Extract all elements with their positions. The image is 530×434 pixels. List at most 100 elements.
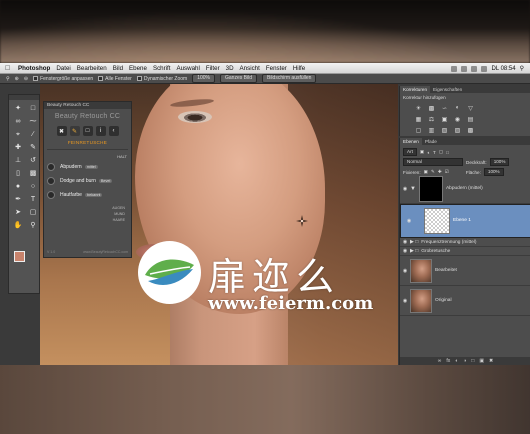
wifi-icon[interactable]: [471, 65, 478, 72]
back-icon[interactable]: ‹: [108, 126, 119, 136]
layer-row[interactable]: ◉ ▼ Abpudern (mittel): [400, 174, 530, 204]
visibility-eye-icon[interactable]: ◉: [400, 248, 410, 254]
tools-icon[interactable]: ✖: [56, 126, 67, 136]
path-select-icon[interactable]: ➤: [12, 207, 24, 218]
status-icon[interactable]: [461, 65, 468, 72]
abpudern-row[interactable]: Abpudern mittel: [47, 160, 128, 173]
selective-color-icon[interactable]: ▩: [466, 126, 475, 134]
menu-app[interactable]: Photoshop: [18, 65, 50, 72]
layer-name[interactable]: Bearbeitet: [435, 268, 457, 273]
beauty-panel-header[interactable]: Beauty Retouch CC: [44, 102, 131, 109]
gradient-map-icon[interactable]: ▨: [453, 126, 462, 134]
move-tool-icon[interactable]: ✦: [12, 103, 24, 114]
gradient-tool-icon[interactable]: ▩: [27, 168, 39, 179]
tab-pfade[interactable]: Pfade: [422, 138, 440, 145]
blur-tool-icon[interactable]: ●: [12, 181, 24, 192]
abpudern-strength[interactable]: mittel: [84, 164, 98, 169]
brush-icon[interactable]: ✎: [69, 126, 80, 136]
threshold-icon[interactable]: ▧: [440, 126, 449, 134]
add-mask-icon[interactable]: ◐: [455, 358, 458, 364]
search-icon[interactable]: ⚲: [520, 65, 524, 72]
channel-mixer-icon[interactable]: ▤: [466, 115, 475, 123]
lasso-tool-icon[interactable]: ∞: [12, 116, 24, 127]
layer-style-icon[interactable]: fx: [446, 358, 450, 364]
menu-filter[interactable]: Filter: [206, 65, 220, 72]
layer-thumbnail[interactable]: [410, 288, 432, 313]
menu-schrift[interactable]: Schrift: [153, 65, 171, 72]
layer-name[interactable]: Original: [435, 298, 452, 303]
foreground-color-swatch[interactable]: [14, 251, 25, 262]
dodge-burn-option[interactable]: Bevel: [98, 178, 113, 183]
layer-name[interactable]: Grobretusche: [421, 249, 450, 254]
folder-collapsed-icon[interactable]: ▶ □: [410, 248, 418, 254]
status-icon[interactable]: [451, 65, 458, 72]
photo-filter-icon[interactable]: ◉: [453, 115, 462, 123]
new-layer-icon[interactable]: ▣: [479, 358, 484, 364]
menu-bearbeiten[interactable]: Bearbeiten: [77, 65, 107, 72]
filter-pixel-icon[interactable]: ▣: [420, 149, 424, 155]
new-group-icon[interactable]: □: [471, 358, 474, 364]
zoom-tool-icon[interactable]: ⚲: [27, 220, 39, 231]
filter-shape-icon[interactable]: ▢: [439, 149, 443, 155]
trash-icon[interactable]: ✖: [489, 358, 493, 364]
new-adjustment-icon[interactable]: ◑: [463, 358, 466, 364]
menu-auswahl[interactable]: Auswahl: [176, 65, 199, 72]
layer-row[interactable]: ◉ Bearbeitet: [400, 256, 530, 286]
filter-smart-icon[interactable]: □: [446, 150, 449, 155]
eyedropper-tool-icon[interactable]: ∕: [27, 129, 39, 140]
visibility-eye-icon[interactable]: ◉: [400, 186, 410, 192]
curves-icon[interactable]: ∽: [440, 104, 449, 112]
volume-icon[interactable]: [481, 65, 488, 72]
fill-screen-button[interactable]: Bildschirm ausfüllen: [261, 74, 317, 83]
website-link[interactable]: www.BeautyRetouchCC.com: [83, 250, 128, 254]
layer-row[interactable]: ◉ ▶ □ Grobretusche: [400, 247, 530, 256]
history-brush-icon[interactable]: ↺: [27, 155, 39, 166]
option-haare[interactable]: HAARE: [44, 217, 131, 223]
menu-ebene[interactable]: Ebene: [129, 65, 147, 72]
link-layers-icon[interactable]: ∞: [438, 358, 442, 364]
brush-tool-icon[interactable]: ✎: [27, 142, 39, 153]
zoom-100-button[interactable]: 100%: [192, 74, 216, 83]
shape-tool-icon[interactable]: ▢: [27, 207, 39, 218]
clone-stamp-icon[interactable]: ⊥: [12, 155, 24, 166]
layer-row[interactable]: ◉ ▶ □ Frequenztrennung (mittel): [400, 238, 530, 247]
hautfarbe-row[interactable]: Hautfarbe bekannt: [47, 188, 128, 201]
opacity-input[interactable]: 100%: [489, 158, 510, 166]
menu-hilfe[interactable]: Hilfe: [293, 65, 305, 72]
visibility-eye-icon[interactable]: ◉: [400, 268, 410, 274]
color-balance-icon[interactable]: ⚖: [427, 115, 436, 123]
visibility-eye-icon[interactable]: ◉: [400, 239, 410, 245]
exposure-icon[interactable]: ◐: [453, 104, 462, 112]
tab-korrekturen[interactable]: Korrekturen: [400, 86, 431, 93]
kind-select[interactable]: Art: [403, 148, 417, 156]
tab-eigenschaften[interactable]: Eigenschaften: [430, 86, 465, 93]
posterize-icon[interactable]: ▥: [427, 126, 436, 134]
type-tool-icon[interactable]: T: [27, 194, 39, 205]
invert-icon[interactable]: ▢: [414, 126, 423, 134]
menu-ansicht[interactable]: Ansicht: [240, 65, 260, 72]
layer-row-selected[interactable]: ◉ Ebene 1: [400, 204, 530, 238]
layer-thumbnail[interactable]: [424, 208, 450, 234]
quick-select-tool-icon[interactable]: ⁓: [27, 116, 39, 127]
pen-tool-icon[interactable]: ✒: [12, 194, 24, 205]
crop-tool-icon[interactable]: ⌖: [12, 129, 24, 140]
layer-name[interactable]: Frequenztrennung (mittel): [421, 240, 476, 245]
fit-screen-button[interactable]: Ganzes Bild: [220, 74, 257, 83]
info-icon[interactable]: i: [95, 126, 106, 136]
halt-label[interactable]: HALT: [44, 154, 131, 159]
marquee-tool-icon[interactable]: □: [27, 103, 39, 114]
menu-fenster[interactable]: Fenster: [266, 65, 287, 72]
dodge-tool-icon[interactable]: ○: [27, 181, 39, 192]
layer-row[interactable]: ◉ Original: [400, 286, 530, 316]
layer-name[interactable]: Ebene 1: [453, 218, 471, 224]
dynamic-zoom-checkbox[interactable]: Dynamischer Zoom: [136, 76, 187, 82]
menu-bild[interactable]: Bild: [113, 65, 123, 72]
visibility-eye-icon[interactable]: ◉: [404, 218, 414, 224]
hand-tool-icon[interactable]: ✋: [12, 220, 24, 231]
menu-3d[interactable]: 3D: [226, 65, 234, 72]
zoom-tool-icon[interactable]: ⚲: [6, 76, 10, 82]
visibility-eye-icon[interactable]: ◉: [400, 298, 410, 304]
menu-datei[interactable]: Datei: [56, 65, 70, 72]
feinretusche-tab[interactable]: FEINRETUSCHE: [44, 140, 131, 145]
filter-adjust-icon[interactable]: ◐: [427, 150, 430, 155]
